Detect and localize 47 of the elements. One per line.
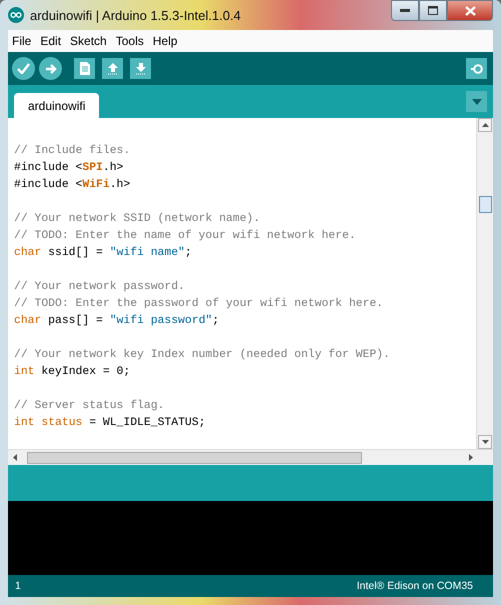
file-tab[interactable]: arduinowifi	[14, 93, 100, 118]
caret-icon	[472, 98, 482, 104]
infinity-logo-icon	[8, 7, 24, 23]
scrollbar-thumb[interactable]	[478, 196, 492, 213]
code-line: int keyIndex = 0;	[14, 364, 132, 380]
code-line: // Include files.	[14, 144, 132, 159]
code-line: // Your network key Index number (needed only for WEP).	[14, 348, 391, 363]
minimize-button[interactable]	[391, 0, 419, 21]
close-button[interactable]	[447, 0, 493, 21]
code-line: #include <SPI.h>	[14, 160, 124, 176]
code-line: #include <WiFi.h>	[14, 178, 132, 193]
up-arrow-icon	[106, 62, 118, 75]
code-line: // Your network password.	[14, 280, 186, 295]
menu-item[interactable]: Sketch	[70, 34, 107, 48]
scroll-down-button[interactable]	[478, 435, 492, 449]
maximize-button[interactable]	[419, 0, 447, 21]
scroll-up-button[interactable]	[478, 118, 492, 132]
right-arrow-icon	[44, 64, 56, 74]
minimize-icon	[400, 8, 410, 12]
board-port-label: Intel® Edison on COM35	[356, 580, 473, 592]
code-line: // TODO: Enter the name of your wifi network here.	[14, 228, 357, 244]
code-line: // Your network SSID (network name).	[14, 212, 262, 227]
close-icon	[464, 6, 476, 16]
code-line: char pass[] = "wifi password";	[14, 314, 220, 329]
menu-item[interactable]: Help	[152, 34, 178, 48]
document-icon	[80, 62, 90, 75]
code-line: // Server status flag.	[14, 398, 166, 414]
code-line: char ssid[] = "wifi name";	[14, 246, 193, 261]
checkmark-icon	[17, 63, 30, 74]
upload-button[interactable]	[39, 57, 62, 80]
magnifier-icon	[470, 62, 484, 74]
tab-menu-button[interactable]	[466, 91, 487, 112]
down-arrow-icon	[134, 62, 146, 75]
down-triangle-icon	[482, 440, 488, 444]
line-number: 1	[15, 580, 21, 592]
verify-button[interactable]	[12, 57, 35, 80]
menu-item[interactable]: Tools	[116, 34, 144, 48]
window-title: arduinowifi | Arduino 1.5.3-Intel.1.0.4	[30, 8, 241, 22]
up-triangle-icon	[482, 123, 488, 127]
scroll-left-icon[interactable]	[13, 454, 17, 461]
menu-item[interactable]: File	[12, 34, 32, 48]
code-line: // TODO: Enter the password of your wifi network here.	[14, 296, 384, 312]
scroll-right-icon[interactable]	[469, 454, 473, 461]
horizontal-scrollbar-thumb[interactable]	[27, 452, 362, 464]
code-line: int status = WL_IDLE_STATUS;	[14, 416, 206, 431]
menu-item[interactable]: Edit	[40, 34, 62, 48]
maximize-icon	[428, 6, 438, 15]
